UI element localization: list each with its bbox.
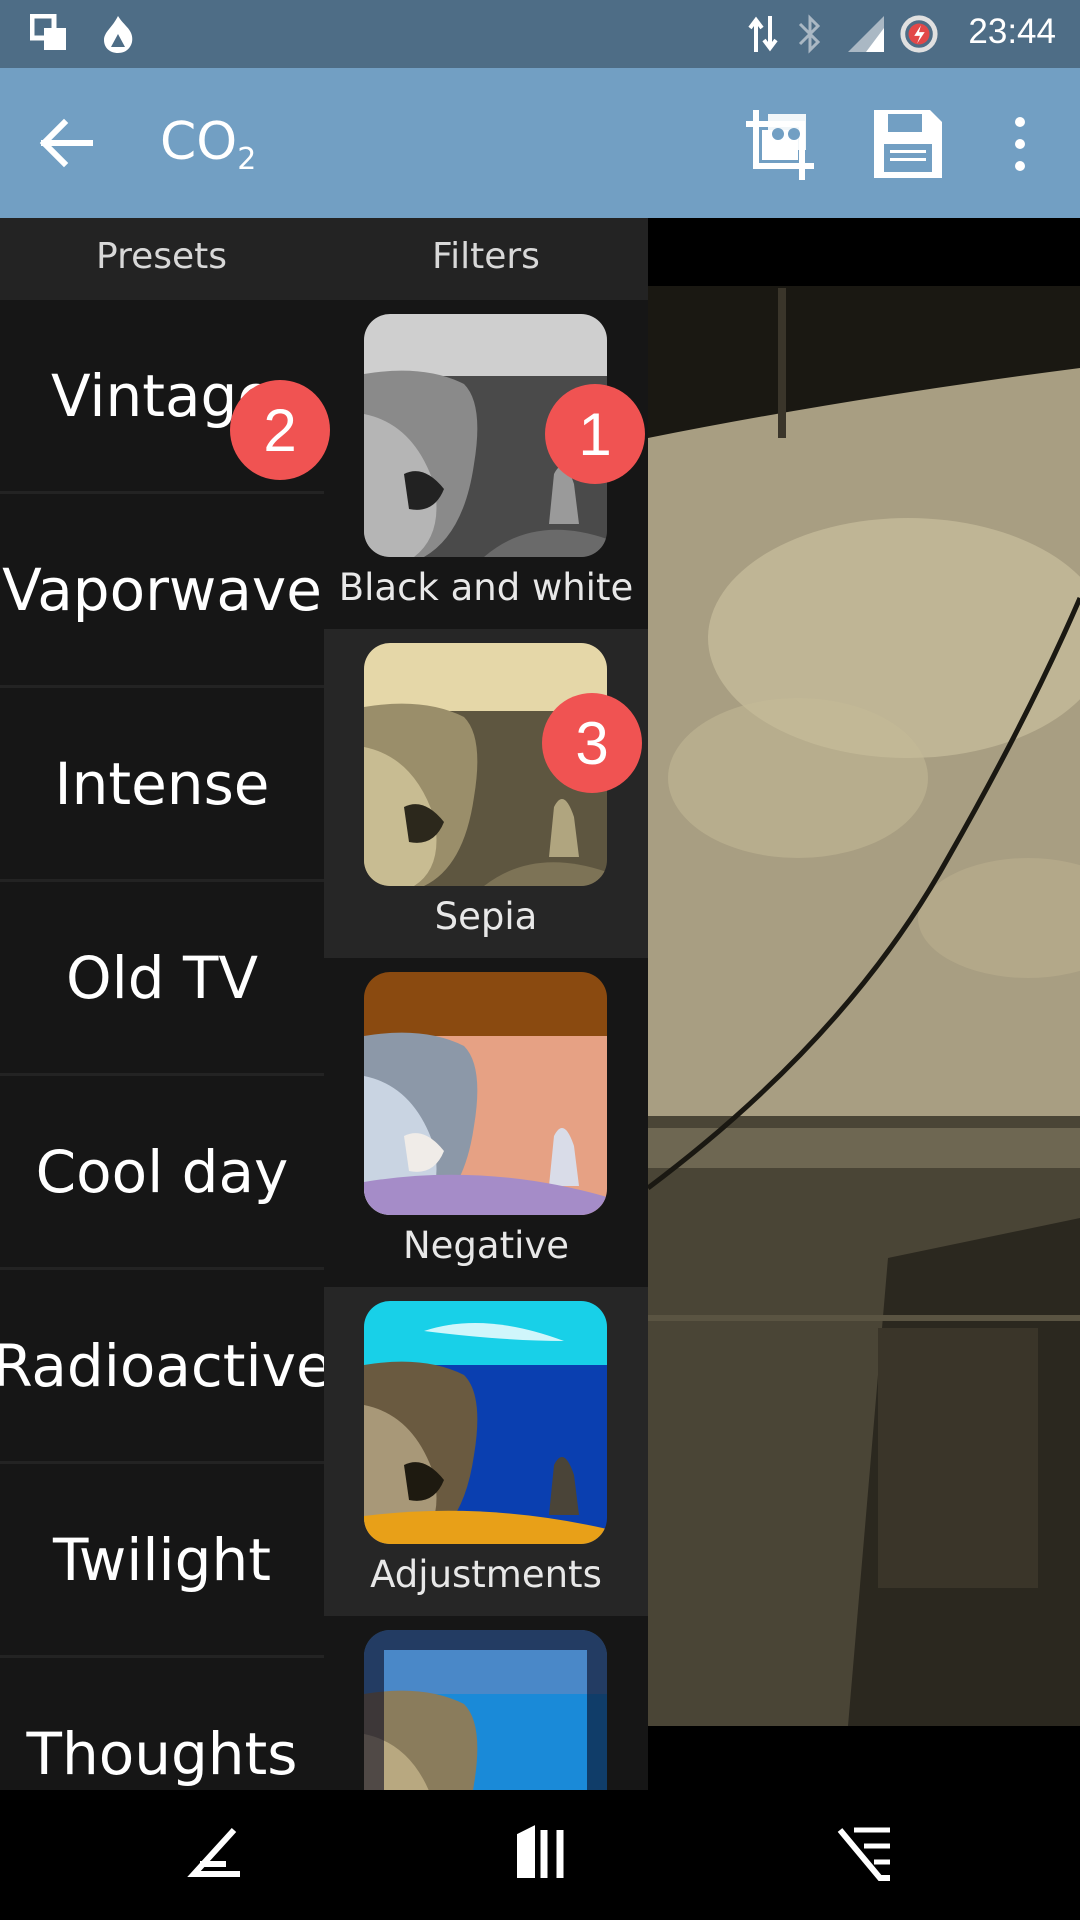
back-arrow-icon[interactable] — [30, 108, 116, 178]
image-preview[interactable] — [648, 218, 1080, 1790]
tab-presets[interactable]: Presets — [96, 236, 227, 277]
battery-saver-icon — [900, 15, 938, 53]
back-nav-icon[interactable] — [186, 1824, 246, 1884]
badge-2: 2 — [230, 380, 330, 480]
fire-icon — [104, 16, 133, 53]
title-subscript: 2 — [237, 142, 257, 177]
data-arrows-icon — [748, 16, 778, 52]
filters-drawer: Presets Filters Vintage Vaporwave Intens… — [0, 218, 648, 1790]
tab-bar: Presets Filters — [0, 218, 648, 300]
filter-label: Adjustments — [370, 1553, 602, 1596]
tab-filters[interactable]: Filters — [432, 236, 540, 277]
preset-item-intense[interactable]: Intense — [0, 688, 324, 882]
preset-item-cool-day[interactable]: Cool day — [0, 1076, 324, 1270]
filter-item-negative[interactable]: Negative — [324, 958, 648, 1287]
filter-item-sepia[interactable]: Sepia — [324, 629, 648, 958]
preset-item-old-tv[interactable]: Old TV — [0, 882, 324, 1076]
signal-icon — [848, 16, 884, 52]
recents-nav-icon[interactable] — [834, 1824, 894, 1884]
app-bar: CO2 — [0, 68, 1080, 218]
filter-thumbnail — [364, 972, 607, 1215]
preset-item-thoughts[interactable]: Thoughts — [0, 1658, 324, 1790]
preset-item-vaporwave[interactable]: Vaporwave — [0, 494, 324, 688]
status-time: 23:44 — [968, 12, 1056, 51]
status-bar: 23:44 — [0, 0, 1080, 68]
crop-image-icon[interactable] — [740, 104, 820, 184]
save-icon[interactable] — [868, 104, 948, 184]
presets-list: Vintage Vaporwave Intense Old TV Cool da… — [0, 300, 332, 1790]
home-nav-icon[interactable] — [510, 1824, 570, 1884]
filter-thumbnail — [364, 1630, 607, 1790]
more-vert-icon[interactable] — [1000, 104, 1040, 184]
filter-thumbnail — [364, 1301, 607, 1544]
badge-1: 1 — [545, 384, 645, 484]
filter-label: Sepia — [434, 895, 538, 938]
filter-item-adjustments[interactable]: Adjustments — [324, 1287, 648, 1616]
title-main: CO — [160, 112, 238, 172]
preset-item-radioactive[interactable]: Radioactive — [0, 1270, 332, 1464]
filters-list: Black and white Sepia Negative Adjustmen… — [324, 300, 648, 1790]
filter-label: Black and white — [338, 566, 634, 609]
bluetooth-icon — [798, 14, 821, 54]
badge-3: 3 — [542, 693, 642, 793]
preset-item-twilight[interactable]: Twilight — [0, 1464, 324, 1658]
window-icon — [30, 14, 66, 50]
filter-item-partial[interactable] — [324, 1616, 648, 1790]
page-title: CO2 — [160, 112, 256, 177]
navigation-bar — [0, 1790, 1080, 1920]
filter-label: Negative — [402, 1224, 570, 1267]
